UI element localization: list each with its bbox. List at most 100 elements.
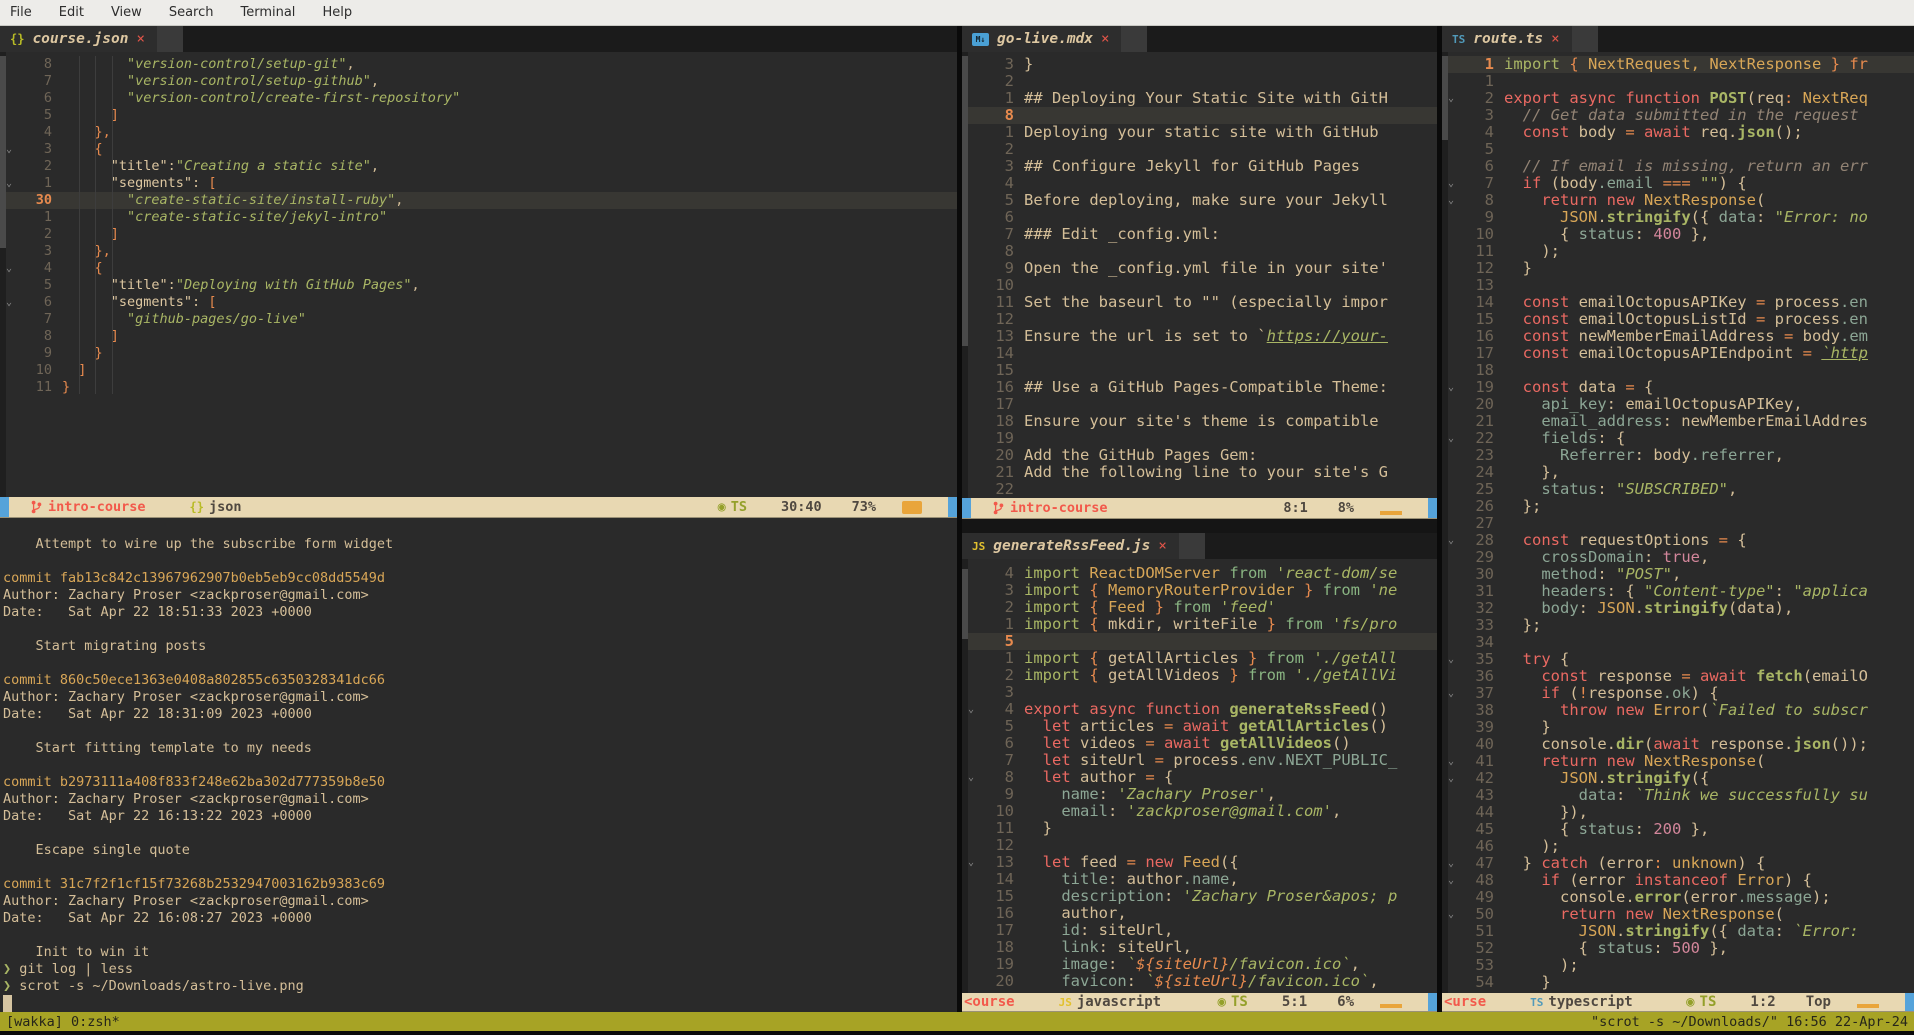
code-line[interactable]: 3## Configure Jekyll for GitHub Pages [962,158,1437,175]
code-line[interactable]: ⌄3 { [0,141,957,158]
code-line[interactable] [3,995,957,1012]
tmux-session-window[interactable]: [wakka] 0:zsh* [6,1014,120,1030]
menu-file[interactable]: File [10,5,32,20]
code-line[interactable]: ⌄1 "segments": [ [0,175,957,192]
code-line[interactable]: 1import { mkdir, writeFile } from 'fs/pr… [962,616,1437,633]
close-icon[interactable]: × [136,31,144,47]
code-line[interactable]: 16 author, [962,905,1437,922]
code-line[interactable]: 10 ] [0,362,957,379]
code-line[interactable]: 17 id: siteUrl, [962,922,1437,939]
code-line[interactable]: 2 [962,141,1437,158]
code-line[interactable]: ⌄37 if (!response.ok) { [1442,685,1914,702]
code-line[interactable]: 1## Deploying Your Static Site with GitH [962,90,1437,107]
code-line[interactable]: 8 ] [0,328,957,345]
code-line[interactable]: ⌄47 } catch (error: unknown) { [1442,855,1914,872]
code-line[interactable]: 24 }, [1442,464,1914,481]
code-line[interactable]: Author: Zachary Proser <zackproser@gmail… [3,689,957,706]
code-line[interactable]: ⌄50 return new NextResponse( [1442,906,1914,923]
code-line[interactable]: ⌄22 fields: { [1442,430,1914,447]
code-line[interactable]: 9Open the _config.yml file in your site' [962,260,1437,277]
code-line[interactable]: commit fab13c842c13967962907b0eb5eb9cc08… [3,570,957,587]
code-line[interactable]: Start migrating posts [3,638,957,655]
code-line[interactable]: 19 image: `${siteUrl}/favicon.ico`, [962,956,1437,973]
code-line[interactable]: 6 let videos = await getAllVideos() [962,735,1437,752]
code-line[interactable]: Date: Sat Apr 22 18:31:09 2023 +0000 [3,706,957,723]
code-line[interactable]: 5 "title":"Deploying with GitHub Pages", [0,277,957,294]
scrollbar[interactable] [962,52,968,498]
code-line[interactable]: 15 [962,362,1437,379]
code-line[interactable]: 39 } [1442,719,1914,736]
code-line[interactable]: 8 "version-control/setup-git", [0,56,957,73]
code-line[interactable]: 12 [962,837,1437,854]
code-line[interactable]: 31 headers: { "Content-type": "applica [1442,583,1914,600]
code-line[interactable]: Start fitting template to my needs [3,740,957,757]
code-line[interactable] [3,927,957,944]
close-icon[interactable]: × [1158,538,1166,554]
code-line[interactable]: ❯ git log | less [3,961,957,978]
code-line[interactable]: 34 [1442,634,1914,651]
code-line[interactable]: 7 let siteUrl = process.env.NEXT_PUBLIC_ [962,752,1437,769]
tab-course-json[interactable]: {} course.json × [0,26,157,52]
code-line[interactable]: 15 description: 'Zachary Proser&apos; p [962,888,1437,905]
code-line[interactable]: ⌄35 try { [1442,651,1914,668]
code-line[interactable]: 1 "create-static-site/jekyl-intro" [0,209,957,226]
code-line[interactable]: 19 [962,430,1437,447]
code-line[interactable]: 10 [962,277,1437,294]
code-line[interactable]: 22 [962,481,1437,498]
code-line[interactable]: 43 data: `Think we successfully su [1442,787,1914,804]
code-line[interactable]: 6 "version-control/create-first-reposito… [0,90,957,107]
code-line[interactable]: 4 }, [0,124,957,141]
code-line[interactable]: 30 "create-static-site/install-ruby", [0,192,957,209]
code-line[interactable]: 3 }, [0,243,957,260]
code-line[interactable]: 20Add the GitHub Pages Gem: [962,447,1437,464]
editor-generate-rss-feed[interactable]: 4import ReactDOMServer from 'react-dom/s… [962,559,1437,993]
code-line[interactable]: 27 [1442,515,1914,532]
code-line[interactable]: 17 const emailOctopusAPIEndpoint = `http [1442,345,1914,362]
terminal-shell-pane[interactable]: Attempt to wire up the subscribe form wi… [0,518,957,1012]
code-line[interactable]: Init to win it [3,944,957,961]
code-line[interactable]: 23 Referrer: body.referrer, [1442,447,1914,464]
code-line[interactable]: ❯ scrot -s ~/Downloads/astro-live.png [3,978,957,995]
code-line[interactable]: Author: Zachary Proser <zackproser@gmail… [3,893,957,910]
code-line[interactable]: 11Set the baseurl to "" (especially impo… [962,294,1437,311]
code-line[interactable]: 18 [1442,362,1914,379]
code-line[interactable]: 18Ensure your site's theme is compatible [962,413,1437,430]
code-line[interactable]: 5Before deploying, make sure your Jekyll [962,192,1437,209]
code-line[interactable]: 1 [1442,73,1914,90]
code-line[interactable]: 26 }; [1442,498,1914,515]
code-line[interactable]: 14 const emailOctopusAPIKey = process.en [1442,294,1914,311]
code-line[interactable]: ⌄42 JSON.stringify({ [1442,770,1914,787]
code-line[interactable]: ⌄6 "segments": [ [0,294,957,311]
code-line[interactable]: ⌄8 return new NextResponse( [1442,192,1914,209]
code-line[interactable]: 11 } [962,820,1437,837]
code-line[interactable] [3,723,957,740]
code-line[interactable]: 17 [962,396,1437,413]
code-line[interactable]: 12 } [1442,260,1914,277]
code-line[interactable]: 11 ); [1442,243,1914,260]
menu-help[interactable]: Help [322,5,352,20]
code-line[interactable]: 14 [962,345,1437,362]
code-line[interactable]: Author: Zachary Proser <zackproser@gmail… [3,791,957,808]
code-line[interactable]: 4import ReactDOMServer from 'react-dom/s… [962,565,1437,582]
code-line[interactable]: 1import { getAllArticles } from './getAl… [962,650,1437,667]
code-line[interactable]: 9 } [0,345,957,362]
code-line[interactable]: 54 } [1442,974,1914,991]
code-line[interactable]: 2 "title":"Creating a static site", [0,158,957,175]
code-line[interactable]: 9 JSON.stringify({ data: "Error: no [1442,209,1914,226]
code-line[interactable]: 33 }; [1442,617,1914,634]
code-line[interactable]: 38 throw new Error(`Failed to subscr [1442,702,1914,719]
scrollbar[interactable] [0,52,6,497]
code-line[interactable]: Author: Zachary Proser <zackproser@gmail… [3,587,957,604]
code-line[interactable]: 13 [1442,277,1914,294]
scrollbar[interactable] [1442,52,1448,993]
code-line[interactable]: 51 JSON.stringify({ data: `Error: [1442,923,1914,940]
code-line[interactable]: 3import { MemoryRouterProvider } from 'n… [962,582,1437,599]
code-line[interactable]: ⌄41 return new NextResponse( [1442,753,1914,770]
menu-edit[interactable]: Edit [59,5,84,20]
code-line[interactable]: 6 [962,209,1437,226]
code-line[interactable]: Date: Sat Apr 22 18:51:33 2023 +0000 [3,604,957,621]
close-icon[interactable]: × [1101,31,1109,47]
code-line[interactable]: 52 { status: 500 }, [1442,940,1914,957]
code-line[interactable]: ⌄2export async function POST(req: NextRe… [1442,90,1914,107]
code-line[interactable]: Escape single quote [3,842,957,859]
